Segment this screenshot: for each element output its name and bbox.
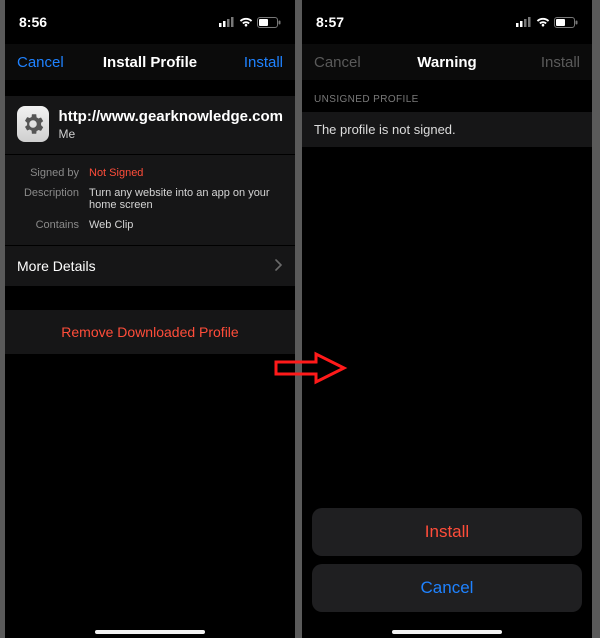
cellular-icon: [516, 17, 532, 27]
chevron-right-icon: [275, 258, 283, 274]
install-button[interactable]: Install: [522, 54, 580, 71]
profile-url: http://www.gearknowledge.com: [59, 108, 283, 125]
profile-card: http://www.gearknowledge.com Me Signed b…: [5, 96, 295, 287]
install-button[interactable]: Install: [225, 54, 283, 71]
nav-bar: Cancel Install Profile Install: [5, 44, 295, 80]
profile-details: Signed by Not Signed Description Turn an…: [5, 155, 295, 245]
sheet-cancel-button[interactable]: Cancel: [312, 564, 582, 612]
cancel-button[interactable]: Cancel: [314, 54, 372, 71]
status-bar: 8:57: [302, 0, 592, 44]
action-sheet: Install Cancel: [312, 508, 582, 626]
cellular-icon: [219, 17, 235, 27]
contains-label: Contains: [17, 219, 79, 231]
more-details-row[interactable]: More Details: [5, 245, 295, 287]
gear-icon: [17, 106, 49, 142]
profile-header: http://www.gearknowledge.com Me: [5, 96, 295, 155]
home-indicator[interactable]: [95, 630, 205, 634]
nav-bar: Cancel Warning Install: [302, 44, 592, 80]
section-header: UNSIGNED PROFILE: [302, 80, 592, 111]
status-time: 8:57: [316, 14, 344, 30]
description-row: Description Turn any website into an app…: [17, 183, 283, 215]
sheet-install-button[interactable]: Install: [312, 508, 582, 556]
warning-message: The profile is not signed.: [302, 111, 592, 148]
profile-subtitle: Me: [59, 127, 283, 141]
cancel-button[interactable]: Cancel: [17, 54, 75, 71]
contains-value: Web Clip: [89, 219, 283, 231]
status-icons: [219, 17, 281, 28]
wifi-icon: [239, 17, 253, 27]
signed-by-row: Signed by Not Signed: [17, 163, 283, 183]
status-icons: [516, 17, 578, 28]
battery-icon: [554, 17, 578, 28]
nav-title: Install Profile: [75, 54, 225, 71]
nav-title: Warning: [372, 54, 522, 71]
home-indicator[interactable]: [392, 630, 502, 634]
signed-by-label: Signed by: [17, 167, 79, 179]
battery-icon: [257, 17, 281, 28]
more-details-label: More Details: [17, 258, 96, 274]
description-value: Turn any website into an app on your hom…: [89, 187, 283, 211]
right-phone-frame: 8:57 Cancel Warning Install UNSIGNED PRO…: [302, 0, 592, 638]
status-bar: 8:56: [5, 0, 295, 44]
description-label: Description: [17, 187, 79, 211]
status-time: 8:56: [19, 14, 47, 30]
signed-by-value: Not Signed: [89, 167, 283, 179]
remove-profile-button[interactable]: Remove Downloaded Profile: [5, 309, 295, 355]
left-phone-frame: 8:56 Cancel Install Profile Install http…: [5, 0, 295, 638]
wifi-icon: [536, 17, 550, 27]
contains-row: Contains Web Clip: [17, 215, 283, 235]
